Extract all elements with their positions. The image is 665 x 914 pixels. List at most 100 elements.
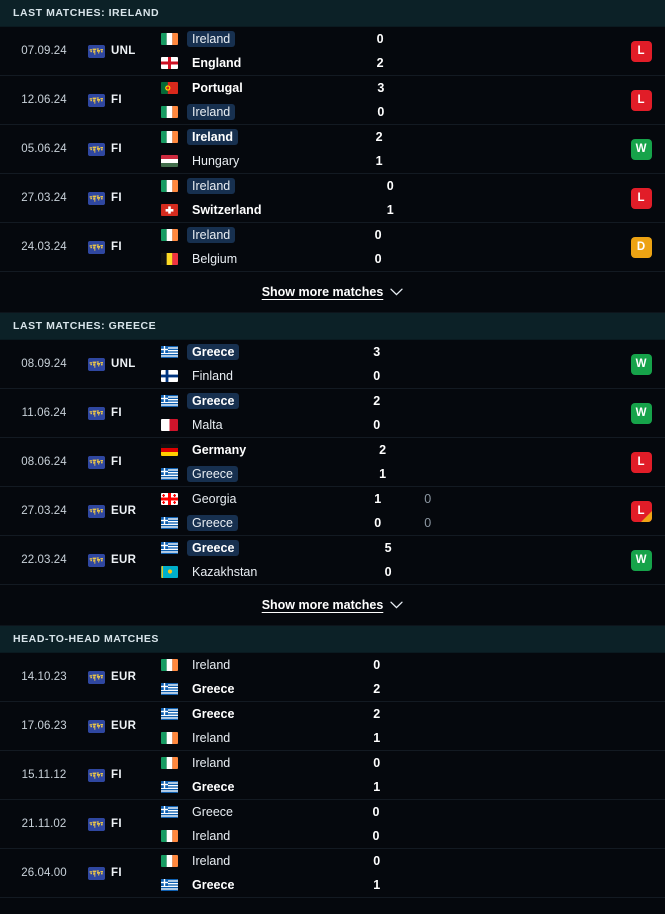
match-row[interactable]: 14.10.23 EUR Ireland Greece 0 2	[0, 653, 665, 702]
home-score: 2	[373, 394, 381, 408]
home-team-line[interactable]: Greece	[161, 393, 363, 409]
away-score: 0	[377, 105, 385, 119]
match-row[interactable]: 05.06.24 FI Ireland Hungary 2 1 W	[0, 125, 665, 174]
away-team-line[interactable]: Greece	[161, 681, 363, 697]
away-team-line[interactable]: Kazakhstan	[161, 564, 375, 580]
competition-cell[interactable]: UNL	[88, 340, 161, 388]
away-score: 0	[374, 516, 382, 530]
match-row[interactable]: 08.09.24 UNL Greece Finland 3 0 W	[0, 340, 665, 389]
home-team-name: Greece	[192, 707, 235, 721]
match-row[interactable]: 08.06.24 FI Germany Greece 2 1 L	[0, 438, 665, 487]
away-team-line[interactable]: Switzerland	[161, 202, 377, 218]
competition-globe-icon	[88, 455, 105, 469]
competition-cell[interactable]: FI	[88, 223, 161, 271]
competition-cell[interactable]: FI	[88, 174, 161, 222]
competition-cell[interactable]: UNL	[88, 27, 161, 75]
home-team-line[interactable]: Greece	[161, 804, 363, 820]
home-team-line[interactable]: Ireland	[161, 129, 366, 145]
row-spacer	[493, 751, 617, 799]
teams-cell: Germany Greece	[161, 438, 369, 486]
away-score: 1	[375, 154, 383, 168]
match-row[interactable]: 17.06.23 EUR Greece Ireland 2 1	[0, 702, 665, 751]
away-team-line[interactable]: Malta	[161, 417, 363, 433]
competition-cell[interactable]: EUR	[88, 702, 161, 750]
competition-cell[interactable]: FI	[88, 849, 161, 897]
competition-cell[interactable]: FI	[88, 751, 161, 799]
home-team-line[interactable]: Ireland	[161, 31, 367, 47]
home-team-line[interactable]: Ireland	[161, 755, 363, 771]
scores-cell: 3 0	[373, 340, 493, 388]
home-team-line[interactable]: Germany	[161, 442, 369, 458]
home-score: 2	[375, 130, 383, 144]
home-team-line[interactable]: Ireland	[161, 853, 363, 869]
home-team-line[interactable]: Georgia	[161, 491, 364, 507]
row-spacer	[496, 125, 617, 173]
away-score: 1	[373, 780, 381, 794]
home-team-name: Ireland	[192, 658, 231, 672]
competition-globe-icon	[88, 44, 105, 58]
home-score: 0	[373, 854, 381, 868]
home-team-line[interactable]: Portugal	[161, 80, 367, 96]
match-date: 15.11.12	[21, 769, 67, 781]
match-row[interactable]: 21.11.02 FI Greece Ireland 0 0	[0, 800, 665, 849]
competition-cell[interactable]: EUR	[88, 536, 161, 584]
match-history-panel: LAST MATCHES: IRELAND 07.09.24 UNL Irela…	[0, 0, 665, 898]
away-team-name: Malta	[192, 418, 223, 432]
match-date: 22.03.24	[21, 554, 67, 566]
home-team-line[interactable]: Ireland	[161, 178, 377, 194]
section-header-last-matches-ireland: LAST MATCHES: IRELAND	[0, 0, 665, 27]
home-team-line[interactable]: Greece	[161, 344, 363, 360]
match-row[interactable]: 11.06.24 FI Greece Malta 2 0 W	[0, 389, 665, 438]
away-team-line[interactable]: Hungary	[161, 153, 366, 169]
away-team-line[interactable]: Belgium	[161, 251, 365, 267]
match-row[interactable]: 27.03.24 EUR Georgia Greece 1 0 0 0 L	[0, 487, 665, 536]
match-row[interactable]: 12.06.24 FI Portugal Ireland 3 0 L	[0, 76, 665, 125]
away-team-line[interactable]: England	[161, 55, 367, 71]
result-cell: W	[617, 536, 665, 584]
home-team-line[interactable]: Greece	[161, 540, 375, 556]
away-team-line[interactable]: Ireland	[161, 730, 363, 746]
flag-icon-ireland	[161, 855, 178, 867]
competition-cell[interactable]: FI	[88, 389, 161, 437]
section-title: HEAD-TO-HEAD MATCHES	[13, 633, 159, 645]
result-cell	[617, 653, 665, 701]
match-row[interactable]: 22.03.24 EUR Greece Kazakhstan 5 0 W	[0, 536, 665, 585]
teams-cell: Ireland Belgium	[161, 223, 365, 271]
home-team-line[interactable]: Greece	[161, 706, 363, 722]
away-team-line[interactable]: Greece	[161, 877, 363, 893]
away-score: 0	[372, 829, 380, 843]
competition-cell[interactable]: FI	[88, 76, 161, 124]
scores-cell: 3 0	[377, 76, 497, 124]
competition-cell[interactable]: EUR	[88, 653, 161, 701]
match-row[interactable]: 27.03.24 FI Ireland Switzerland 0 1 L	[0, 174, 665, 223]
flag-icon-greece	[161, 346, 178, 358]
show-more-matches-button[interactable]: Show more matches	[0, 272, 665, 313]
match-row[interactable]: 26.04.00 FI Ireland Greece 0 1	[0, 849, 665, 898]
competition-cell[interactable]: EUR	[88, 487, 161, 535]
away-score-line: 0	[377, 104, 497, 120]
competition-cell[interactable]: FI	[88, 800, 161, 848]
section-head-to-head-matches: HEAD-TO-HEAD MATCHES 14.10.23 EUR Irelan…	[0, 626, 665, 898]
away-score-line: 1	[376, 153, 496, 169]
home-team-name: Ireland	[187, 129, 238, 145]
home-team-line[interactable]: Ireland	[161, 657, 363, 673]
show-more-matches-button[interactable]: Show more matches	[0, 585, 665, 626]
match-row[interactable]: 07.09.24 UNL Ireland England 0 2 L	[0, 27, 665, 76]
match-row[interactable]: 15.11.12 FI Ireland Greece 0 1	[0, 751, 665, 800]
away-score-line: 1	[387, 202, 507, 218]
competition-cell[interactable]: FI	[88, 125, 161, 173]
away-team-line[interactable]: Ireland	[161, 104, 367, 120]
competition-globe-icon	[88, 866, 105, 880]
away-team-line[interactable]: Finland	[161, 368, 363, 384]
away-team-line[interactable]: Greece	[161, 515, 364, 531]
away-team-line[interactable]: Ireland	[161, 828, 363, 844]
away-team-line[interactable]: Greece	[161, 466, 369, 482]
home-team-line[interactable]: Ireland	[161, 227, 365, 243]
competition-label: FI	[111, 407, 122, 419]
away-team-line[interactable]: Greece	[161, 779, 363, 795]
competition-cell[interactable]: FI	[88, 438, 161, 486]
row-spacer	[499, 438, 617, 486]
match-row[interactable]: 24.03.24 FI Ireland Belgium 0 0 D	[0, 223, 665, 272]
home-score: 0	[386, 179, 394, 193]
section-last-matches-greece: LAST MATCHES: GREECE 08.09.24 UNL Greece…	[0, 313, 665, 626]
